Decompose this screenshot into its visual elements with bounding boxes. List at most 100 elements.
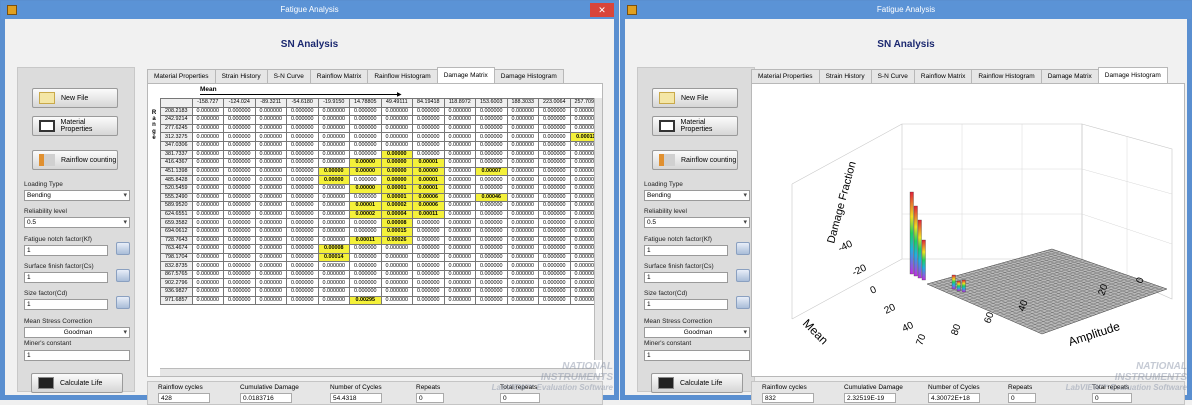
matrix-cell[interactable]: 0.000000 — [286, 132, 319, 142]
matrix-cell[interactable]: 0.000000 — [538, 209, 571, 220]
matrix-cell[interactable]: 0.000000 — [191, 218, 224, 228]
matrix-cell[interactable]: 0.00026 — [380, 235, 413, 246]
matrix-cell[interactable]: 0.000000 — [254, 287, 287, 297]
material-properties-button[interactable]: Material Properties — [32, 116, 118, 136]
matrix-cell[interactable]: 0.000000 — [506, 166, 539, 177]
close-button[interactable]: ✕ — [590, 3, 614, 17]
matrix-cell[interactable]: 0.000000 — [254, 192, 287, 203]
matrix-cell[interactable]: 0.000000 — [538, 106, 571, 117]
matrix-cell[interactable]: 0.000000 — [317, 278, 350, 289]
matrix-cell[interactable]: 0.000000 — [191, 166, 224, 177]
matrix-cell[interactable]: 0.000000 — [349, 269, 382, 280]
matrix-cell[interactable]: 0.00011 — [349, 235, 382, 246]
matrix-cell[interactable]: 0.000000 — [286, 287, 319, 297]
matrix-cell[interactable]: 0.000000 — [286, 183, 319, 194]
tab-strain-history[interactable]: Strain History — [818, 69, 872, 83]
calculate-life-button[interactable]: Calculate Life — [31, 373, 123, 393]
matrix-cell[interactable]: 0.000000 — [254, 261, 287, 271]
matrix-cell[interactable]: 0.000000 — [191, 278, 224, 289]
matrix-cell[interactable]: 0.000000 — [443, 278, 476, 289]
matrix-cell[interactable]: 0.000000 — [380, 287, 413, 297]
matrix-cell[interactable]: 0.000000 — [254, 158, 287, 168]
matrix-cell[interactable]: 0.000000 — [191, 175, 224, 185]
matrix-cell[interactable]: 0.000000 — [538, 132, 571, 142]
matrix-cell[interactable]: 0.000000 — [443, 218, 476, 228]
matrix-cell[interactable]: 0.000000 — [475, 183, 508, 194]
matrix-cell[interactable]: 0.00046 — [475, 192, 508, 203]
matrix-cell[interactable]: 0.000000 — [475, 287, 508, 297]
matrix-cell[interactable]: 0.000000 — [380, 295, 413, 306]
matrix-cell[interactable]: 0.000000 — [412, 269, 445, 280]
tab-material-properties[interactable]: Material Properties — [751, 69, 820, 83]
matrix-cell[interactable]: 0.000000 — [443, 235, 476, 246]
matrix-cell[interactable]: 0.000000 — [223, 132, 256, 142]
matrix-cell[interactable]: 0.000000 — [254, 166, 287, 177]
matrix-cell[interactable]: 0.000000 — [506, 209, 539, 220]
tab-s-n-curve[interactable]: S-N Curve — [870, 69, 915, 83]
matrix-cell[interactable]: 0.00015 — [380, 226, 413, 237]
matrix-cell[interactable]: 0.000000 — [475, 209, 508, 220]
matrix-cell[interactable]: 0.000000 — [475, 269, 508, 280]
matrix-cell[interactable]: 0.000000 — [412, 287, 445, 297]
matrix-cell[interactable]: 0.000000 — [317, 115, 350, 125]
matrix-cell[interactable]: 0.000000 — [286, 149, 319, 160]
matrix-cell[interactable]: 0.000000 — [286, 295, 319, 306]
title-bar[interactable]: Fatigue Analysis ✕ — [1, 1, 618, 19]
matrix-cell[interactable]: 0.000000 — [506, 115, 539, 125]
cd-help-icon[interactable] — [736, 296, 750, 309]
miner-input[interactable]: 1 — [24, 350, 130, 361]
matrix-cell[interactable]: 0.000000 — [286, 115, 319, 125]
matrix-cell[interactable]: 0.000000 — [223, 175, 256, 185]
matrix-cell[interactable]: 0.000000 — [191, 235, 224, 246]
matrix-cell[interactable]: 0.000000 — [538, 269, 571, 280]
matrix-cell[interactable]: 0.000000 — [443, 226, 476, 237]
matrix-cell[interactable]: 0.000000 — [254, 209, 287, 220]
repeats-input[interactable]: 0 — [416, 393, 444, 403]
matrix-cell[interactable]: 0.00008 — [380, 218, 413, 228]
matrix-cell[interactable]: 0.000000 — [475, 175, 508, 185]
matrix-cell[interactable]: 0.000000 — [443, 192, 476, 203]
matrix-cell[interactable]: 0.00001 — [412, 175, 445, 185]
matrix-cell[interactable]: 0.00000 — [380, 175, 413, 185]
matrix-cell[interactable]: 0.000000 — [443, 287, 476, 297]
matrix-cell[interactable]: 0.000000 — [286, 235, 319, 246]
matrix-cell[interactable]: 0.000000 — [286, 192, 319, 203]
matrix-cell[interactable]: 0.000000 — [349, 261, 382, 271]
matrix-cell[interactable]: 0.000000 — [506, 287, 539, 297]
loading-type-select[interactable]: Bending — [24, 190, 130, 201]
matrix-cell[interactable]: 0.000000 — [475, 201, 508, 211]
matrix-cell[interactable]: 0.000000 — [191, 115, 224, 125]
matrix-cell[interactable]: 0.000000 — [223, 287, 256, 297]
matrix-cell[interactable]: 0.000000 — [191, 183, 224, 194]
matrix-cell[interactable]: 0.000000 — [254, 235, 287, 246]
matrix-cell[interactable]: 0.000000 — [317, 201, 350, 211]
matrix-cell[interactable]: 0.000000 — [286, 226, 319, 237]
new-file-button[interactable]: New File — [32, 88, 118, 108]
loading-type-select[interactable]: Bending — [644, 190, 750, 201]
matrix-cell[interactable]: 0.00011 — [412, 209, 445, 220]
matrix-cell[interactable]: 0.00007 — [475, 166, 508, 177]
matrix-cell[interactable]: 0.000000 — [506, 235, 539, 246]
matrix-cell[interactable]: 0.000000 — [317, 261, 350, 271]
matrix-cell[interactable]: 0.000000 — [191, 158, 224, 168]
matrix-cell[interactable]: 0.000000 — [538, 158, 571, 168]
calculate-life-button[interactable]: Calculate Life — [651, 373, 743, 393]
matrix-cell[interactable]: 0.000000 — [443, 158, 476, 168]
matrix-cell[interactable]: 0.000000 — [506, 132, 539, 142]
matrix-cell[interactable]: 0.00001 — [412, 183, 445, 194]
matrix-cell[interactable]: 0.000000 — [286, 140, 319, 151]
matrix-cell[interactable]: 0.000000 — [506, 192, 539, 203]
matrix-cell[interactable]: 0.000000 — [506, 149, 539, 160]
matrix-cell[interactable]: 0.000000 — [254, 149, 287, 160]
material-properties-button[interactable]: Material Properties — [652, 116, 738, 136]
matrix-cell[interactable]: 0.000000 — [286, 252, 319, 263]
matrix-cell[interactable]: 0.00001 — [349, 201, 382, 211]
matrix-cell[interactable]: 0.000000 — [443, 166, 476, 177]
matrix-cell[interactable]: 0.000000 — [223, 140, 256, 151]
matrix-cell[interactable]: 0.000000 — [191, 123, 224, 134]
matrix-cell[interactable]: 0.000000 — [349, 226, 382, 237]
matrix-cell[interactable]: 0.00002 — [380, 201, 413, 211]
matrix-cell[interactable]: 0.000000 — [349, 106, 382, 117]
matrix-cell[interactable]: 0.000000 — [538, 295, 571, 306]
matrix-cell[interactable]: 0.000000 — [538, 261, 571, 271]
